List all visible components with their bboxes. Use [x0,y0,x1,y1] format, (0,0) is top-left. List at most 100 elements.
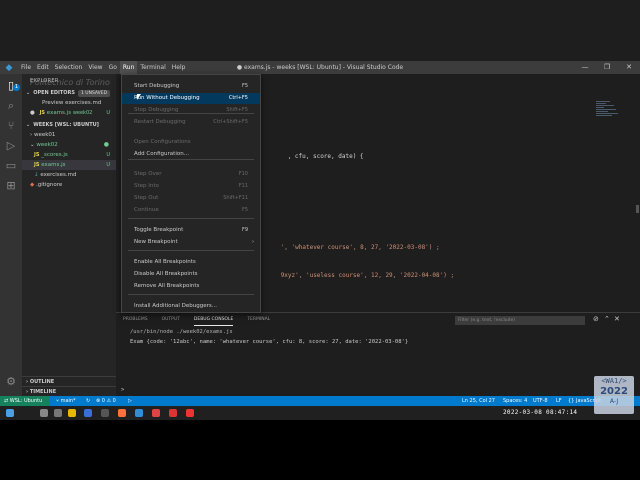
minimize-icon[interactable]: — [574,61,596,74]
folder-label: week02 [36,142,58,148]
watermark-logo: Politecnico di Torino [30,78,110,87]
menu-item-new-breakpoint[interactable]: New Breakpoint › [122,237,260,248]
indentation[interactable]: Spaces: 4 [503,396,527,406]
menu-item-label: Step Out [134,195,159,201]
line-ending[interactable]: LF [556,396,562,406]
vscode-taskbar-icon[interactable] [135,409,143,417]
app-icon[interactable] [186,409,194,417]
menu-item-remove-all-breakpoints[interactable]: Remove All Breakpoints [122,281,260,292]
start-icon[interactable] [6,409,14,417]
console-filter-input[interactable]: Filter (e.g. text, !exclude) [455,316,585,325]
code-text: , cfu, score, date) { [287,153,364,160]
remote-indicator[interactable]: ⇄ WSL: Ubuntu [0,396,50,406]
search-taskbar-icon[interactable] [40,409,48,417]
braces-icon: {} [568,398,575,404]
menu-item-disable-all-breakpoints[interactable]: Disable All Breakpoints [122,269,260,280]
code-line: ', 'whatever course', 8, 27, '2022-03-08… [259,237,440,258]
menu-item-enable-all-breakpoints[interactable]: Enable All Breakpoints [122,257,260,268]
menu-run[interactable]: Run [119,61,138,74]
code-line: 9xyz', 'useless course', 12, 29, '2022-0… [259,265,454,286]
git-file-icon: ◆ [30,182,35,188]
chevron-right-icon: › [26,389,29,395]
tab-debug-console[interactable]: DEBUG CONSOLE [193,315,234,326]
open-editor-item[interactable]: Preview exercises.md [22,98,116,108]
app-icon[interactable] [152,409,160,417]
firefox-icon[interactable] [118,409,126,417]
timeline-title: TIMELINE [29,389,57,395]
open-editors-header[interactable]: ⌄ OPEN EDITORS 1 UNSAVED [22,88,116,98]
branch-indicator[interactable]: ⑂ main* [56,396,76,406]
source-control-icon[interactable]: ⑂ [3,118,19,134]
activity-bar: ▯ 1 ⌕ ⑂ ▷ ▭ ⊞ ⚙ [0,74,22,396]
edge-icon[interactable] [84,409,92,417]
tab-terminal[interactable]: TERMINAL [247,315,270,325]
console-prompt[interactable]: > [121,387,124,393]
file-exercises-md[interactable]: ↓ exercises.md [22,170,116,180]
run-debug-icon[interactable]: ▷ [3,138,19,154]
encoding[interactable]: UTF-8 [533,396,548,406]
file-gitignore[interactable]: ◆ .gitignore [22,180,116,190]
menu-item-install-additional-debuggers[interactable]: Install Additional Debuggers... [122,301,260,312]
untracked-status: U [106,152,110,158]
unsaved-badge: 1 UNSAVED [78,89,111,97]
tab-output[interactable]: OUTPUT [162,315,180,325]
chevron-down-icon: ⌄ [26,122,31,128]
menu-go[interactable]: Go [106,61,120,74]
menu-item-label: Run Without Debugging [134,95,200,101]
menu-item-toggle-breakpoint[interactable]: Toggle Breakpoint F9 [122,225,260,236]
error-icon: ⊗ [96,398,101,404]
menu-terminal[interactable]: Terminal [137,61,168,74]
terminal-icon[interactable] [101,409,109,417]
menu-item-add-configuration[interactable]: Add Configuration... [122,149,260,160]
warning-icon: ⚠ [106,398,112,404]
menu-item-shortcut: F10 [238,171,248,177]
maximize-panel-icon[interactable]: ⌃ [604,315,610,323]
outline-section[interactable]: › OUTLINE [22,376,116,386]
file-scores-js[interactable]: JS _scores.js U [22,150,116,160]
menu-edit[interactable]: Edit [34,61,52,74]
sync-icon[interactable]: ↻ [86,396,90,406]
settings-gear-icon[interactable]: ⚙ [3,374,19,390]
app-icon[interactable] [169,409,177,417]
branch-icon: ⑂ [56,398,60,404]
folder-week02[interactable]: ⌄ week02 ● [22,140,116,150]
menu-view[interactable]: View [85,61,105,74]
taskbar-clock[interactable]: 2022-03-08 08:47:14 [503,407,577,419]
open-editor-item[interactable]: ● JS exams.js week02 U [22,108,116,118]
menu-help[interactable]: Help [169,61,189,74]
menu-selection[interactable]: Selection [52,61,86,74]
menu-separator [128,218,254,219]
folder-week01[interactable]: › week01 [22,130,116,140]
menu-item-label: Remove All Breakpoints [134,283,200,289]
debug-run-icon[interactable]: ▷ [128,396,132,406]
watermark-text: Politecnico di Torino [30,78,110,87]
restore-icon[interactable]: ❐ [596,61,618,74]
menu-file[interactable]: File [18,61,34,74]
extensions-icon[interactable]: ⊞ [3,178,19,194]
menu-item-label: Start Debugging [134,83,180,89]
remote-explorer-icon[interactable]: ▭ [3,158,19,174]
menu-item-run-without-debugging[interactable]: Run Without Debugging Ctrl+F5 [122,93,260,104]
menu-item-start-debugging[interactable]: Start Debugging F5 [122,81,260,92]
file-explorer-icon[interactable] [68,409,76,417]
search-icon[interactable]: ⌕ [3,98,19,114]
problems-indicator[interactable]: ⊗ 0 ⚠ 0 [96,396,116,406]
menu-item-shortcut: Ctrl+F5 [228,95,248,101]
cursor-position[interactable]: Ln 25, Col 27 [462,396,495,406]
taskview-icon[interactable] [54,409,62,417]
file-exams-js[interactable]: JS exams.js U [22,160,116,170]
tab-problems[interactable]: PROBLEMS [123,315,148,325]
editor-scrollbar[interactable] [636,205,639,213]
timeline-section[interactable]: › TIMELINE [22,386,116,396]
close-icon[interactable]: ✕ [618,61,640,74]
clear-console-icon[interactable]: ⊘ [593,315,599,323]
menu-item-shortcut: F5 [241,207,248,213]
js-file-icon: JS [34,162,40,168]
menu-item-label: Install Additional Debuggers... [134,303,217,309]
logo-line2: 2022 [600,386,628,397]
menu-item-shortcut: Shift+F11 [223,195,248,201]
minimap[interactable] [596,101,622,125]
workspace-header[interactable]: ⌄ WEEKS [WSL: UBUNTU] [22,120,116,130]
chevron-down-icon: ⌄ [26,90,31,96]
close-panel-icon[interactable]: ✕ [614,315,620,323]
